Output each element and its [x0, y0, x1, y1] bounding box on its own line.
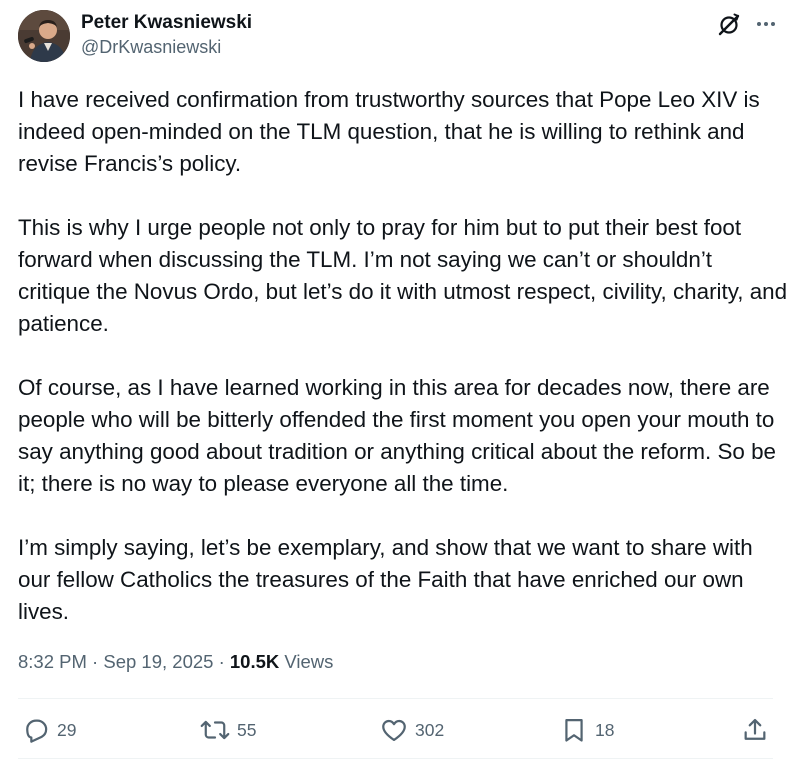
post-paragraph: This is why I urge people not only to pr… — [18, 215, 788, 336]
meta-separator: · — [218, 651, 225, 672]
post-meta: 8:32 PM · Sep 19, 2025 · 10.5K Views — [18, 650, 333, 674]
display-name[interactable]: Peter Kwasniewski — [81, 12, 252, 34]
repost-icon — [200, 720, 230, 740]
reply-icon — [26, 719, 48, 743]
avatar[interactable] — [18, 10, 70, 62]
divider — [18, 698, 773, 699]
post-text: I have received confirmation from trustw… — [18, 84, 788, 660]
repost-button[interactable]: 55 — [200, 712, 256, 748]
views-count: 10.5K — [229, 651, 280, 672]
tweet-header: Peter Kwasniewski @DrKwasniewski — [18, 10, 779, 66]
post-paragraph: Of course, as I have learned working in … — [18, 375, 777, 496]
repost-count: 55 — [237, 720, 257, 740]
heart-icon — [382, 719, 406, 742]
like-button[interactable]: 302 — [380, 712, 444, 748]
post-time[interactable]: 8:32 PM — [18, 651, 87, 672]
bookmark-icon — [565, 718, 583, 742]
reply-count: 29 — [57, 720, 77, 740]
post-paragraph: I’m simply saying, let’s be exemplary, a… — [18, 535, 753, 624]
avatar-image — [18, 10, 70, 62]
reply-button[interactable]: 29 — [22, 712, 76, 748]
divider — [18, 758, 773, 759]
meta-separator: · — [92, 651, 99, 672]
post-paragraph: I have received confirmation from trustw… — [18, 87, 760, 176]
share-button[interactable] — [741, 712, 769, 748]
post-date[interactable]: Sep 19, 2025 — [103, 651, 213, 672]
grok-icon[interactable] — [716, 12, 742, 38]
bookmark-button[interactable]: 18 — [560, 712, 614, 748]
tweet: Peter Kwasniewski @DrKwasniewski I have … — [0, 0, 799, 770]
views-label: Views — [284, 651, 334, 672]
share-icon — [744, 718, 766, 740]
author-block: Peter Kwasniewski @DrKwasniewski — [81, 12, 252, 58]
action-bar: 29 55 302 18 — [22, 712, 769, 748]
more-icon[interactable] — [753, 12, 779, 38]
bookmark-count: 18 — [595, 720, 615, 740]
like-count: 302 — [415, 720, 445, 740]
user-handle[interactable]: @DrKwasniewski — [81, 36, 252, 58]
